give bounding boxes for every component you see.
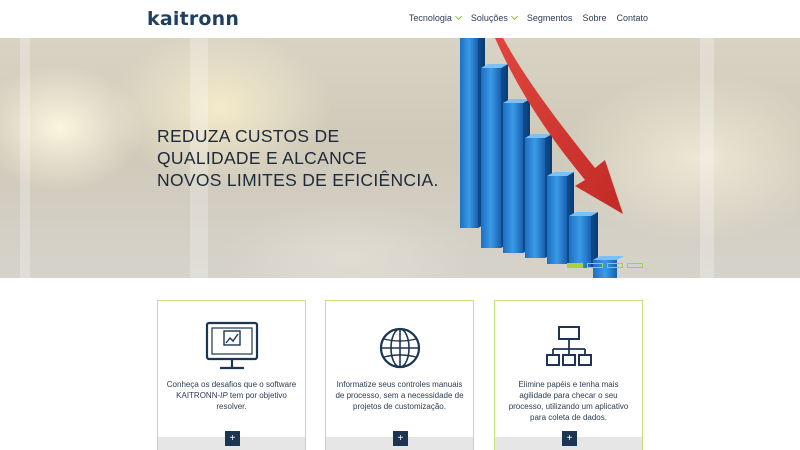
expand-button[interactable]: + xyxy=(562,431,577,446)
card-text-part: KAITRONN- xyxy=(176,391,221,400)
card-description: Elimine papéis e tenha mais agilidade pa… xyxy=(503,379,634,423)
slide-indicator-3[interactable] xyxy=(607,263,623,268)
org-chart-icon xyxy=(495,321,642,377)
card-text-line: Informatize seus controles manuais xyxy=(336,380,463,389)
card-text-line: Conheça os desafios que o software xyxy=(166,380,297,389)
main-nav: Tecnologia Soluções Segmentos Sobre Cont… xyxy=(399,12,648,23)
background-light xyxy=(20,38,30,278)
slider-indicators xyxy=(567,263,643,268)
slide-indicator-1[interactable] xyxy=(567,263,583,268)
monitor-chart-icon xyxy=(158,321,305,377)
card-text-line: de processo, sem a necessidade de xyxy=(335,391,464,400)
nav-label: Sobre xyxy=(582,13,607,23)
logo-text: kaitronn xyxy=(147,8,240,30)
kaitronn-logo[interactable]: kaitronn xyxy=(147,8,239,30)
site-header: kaitronn Tecnologia Soluções Segmentos S… xyxy=(0,0,800,38)
chevron-down-icon xyxy=(510,12,518,21)
nav-label: Segmentos xyxy=(526,13,573,23)
hero-line: REDUZA CUSTOS DE xyxy=(157,126,340,146)
declining-bar-chart-graphic xyxy=(460,38,624,278)
chevron-down-icon xyxy=(454,12,462,21)
card-text-part: tem por objetivo xyxy=(227,391,287,400)
feature-card-challenges: Conheça os desafios que o software KAITR… xyxy=(157,300,306,450)
card-text-emphasis: IP xyxy=(220,391,228,400)
feature-card-automation: Informatize seus controles manuais de pr… xyxy=(325,300,474,450)
nav-label: Tecnologia xyxy=(408,13,452,23)
expand-button[interactable]: + xyxy=(393,431,408,446)
card-description: Informatize seus controles manuais de pr… xyxy=(334,379,465,412)
expand-button[interactable]: + xyxy=(225,431,240,446)
slide-indicator-2[interactable] xyxy=(587,263,603,268)
nav-item-tecnologia[interactable]: Tecnologia xyxy=(408,12,462,23)
card-text-line: Elimine papéis e tenha mais xyxy=(518,380,619,389)
nav-item-segmentos[interactable]: Segmentos xyxy=(527,13,573,23)
card-text-line: KAITRONN-IP tem por objetivo xyxy=(166,390,297,401)
hero-line: QUALIDADE E ALCANCE xyxy=(157,148,367,168)
nav-item-sobre[interactable]: Sobre xyxy=(582,13,606,23)
card-text-line: agilidade para checar o seu xyxy=(519,391,618,400)
card-text-line: para coleta de dados. xyxy=(530,413,607,422)
nav-label: Soluções xyxy=(470,13,508,23)
card-text-line: projetos de customização. xyxy=(353,402,446,411)
nav-label: Contato xyxy=(616,13,648,23)
hero-line: NOVOS LIMITES DE EFICIÊNCIA. xyxy=(157,170,439,190)
feature-card-mobile-app: Elimine papéis e tenha mais agilidade pa… xyxy=(494,300,643,450)
nav-item-solucoes[interactable]: Soluções xyxy=(470,12,518,23)
card-text-line: processo, utilizando um aplicativo xyxy=(508,402,629,411)
slide-indicator-4[interactable] xyxy=(627,263,643,268)
background-light xyxy=(700,38,714,278)
hero-headline: REDUZA CUSTOS DE QUALIDADE E ALCANCE NOV… xyxy=(157,125,439,191)
bars xyxy=(460,38,624,278)
nav-item-contato[interactable]: Contato xyxy=(616,13,648,23)
card-text-line: resolver. xyxy=(216,402,247,411)
hero-banner: REDUZA CUSTOS DE QUALIDADE E ALCANCE NOV… xyxy=(0,38,800,278)
globe-icon xyxy=(326,321,473,377)
card-description: Conheça os desafios que o software KAITR… xyxy=(166,379,297,412)
